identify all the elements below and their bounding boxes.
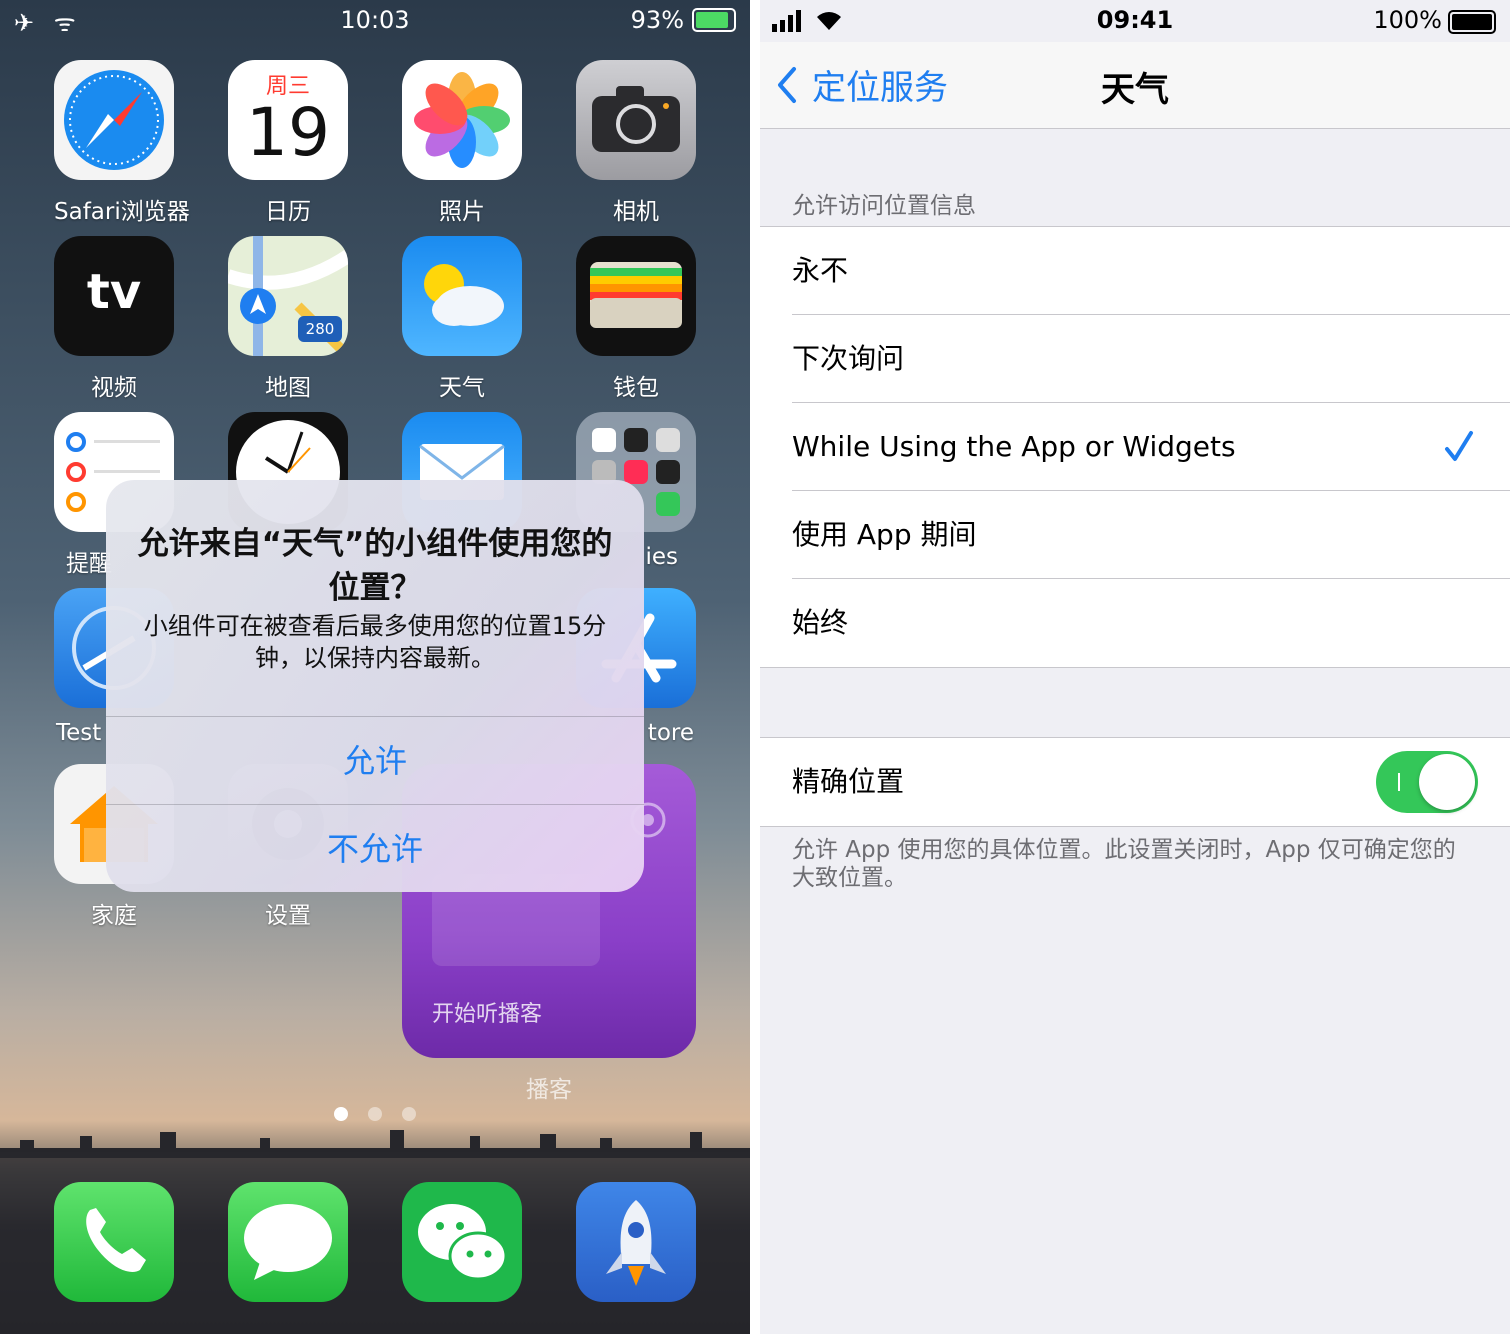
status-bar: 09:41 100% (760, 0, 1510, 42)
photos-icon (402, 60, 522, 180)
app-label: 视频 (91, 375, 137, 401)
phone-icon (54, 1182, 174, 1302)
checkmark-icon (1445, 431, 1473, 461)
option-label: 下次询问 (792, 342, 905, 375)
calendar-icon: 周三 19 (228, 60, 348, 180)
alert-message: 小组件可在被查看后最多使用您的位置15分钟，以保持内容最新。 (143, 612, 607, 672)
app-wallet[interactable]: 钱包 (576, 236, 696, 402)
app-phone[interactable] (54, 1182, 174, 1302)
app-label: 照片 (439, 199, 485, 225)
camera-icon (576, 60, 696, 180)
battery-icon (1448, 10, 1496, 34)
precise-location-footer: 允许 App 使用您的具体位置。此设置关闭时，App 仅可确定您的大致位置。 (792, 837, 1456, 891)
option-never[interactable]: 永不 (760, 227, 1510, 315)
location-settings-screen: 09:41 100% 定位服务 天气 允许访问位置信息 永不 下次询问 Whil… (760, 0, 1510, 1334)
option-label: 使用 App 期间 (792, 518, 977, 551)
status-bar: ✈ ᯤ 10:03 93% (0, 0, 750, 42)
precise-location-group: 精确位置 (760, 737, 1510, 827)
app-label: 钱包 (613, 375, 659, 401)
weather-icon (402, 236, 522, 356)
precise-location-row: 精确位置 (760, 738, 1510, 826)
precise-location-toggle[interactable] (1376, 751, 1478, 813)
section-header: 允许访问位置信息 (792, 193, 976, 219)
option-always[interactable]: 始终 (760, 579, 1510, 667)
apple-tv-icon: tv (54, 236, 174, 356)
battery-indicator: 93% (631, 6, 736, 34)
app-camera[interactable]: 相机 (576, 60, 696, 226)
podcast-widget-text: 开始听播客 (432, 1002, 543, 1027)
app-label: 设置 (265, 903, 311, 929)
location-access-options: 永不 下次询问 While Using the App or Widgets 使… (760, 226, 1510, 668)
rocket-icon (576, 1182, 696, 1302)
navigation-bar: 定位服务 天气 (760, 42, 1510, 129)
option-label: While Using the App or Widgets (792, 430, 1236, 463)
option-while-using-app[interactable]: 使用 App 期间 (760, 491, 1510, 579)
app-calendar[interactable]: 周三 19 日历 (228, 60, 348, 226)
deny-button[interactable]: 不允许 (106, 804, 644, 892)
app-weather[interactable]: 天气 (402, 236, 522, 402)
app-label: 地图 (265, 375, 311, 401)
page-title: 天气 (1101, 70, 1169, 110)
battery-percent: 93% (630, 6, 684, 34)
maps-shield: 280 (298, 316, 342, 342)
option-label: 始终 (792, 606, 849, 639)
option-label: 永不 (792, 254, 849, 287)
option-ask-next-time[interactable]: 下次询问 (760, 315, 1510, 403)
app-wechat[interactable] (402, 1182, 522, 1302)
location-permission-alert: 允许来自“天气”的小组件使用您的位置？ 小组件可在被查看后最多使用您的位置15分… (106, 480, 644, 892)
wechat-icon (402, 1182, 522, 1302)
wallet-icon (576, 236, 696, 356)
safari-icon (54, 60, 174, 180)
app-safari[interactable]: Safari浏览器 (54, 60, 190, 226)
home-screen: ✈ ᯤ 10:03 93% Safari浏览器 周三 19 日历 照片 相机 t… (0, 0, 750, 1334)
app-label: Safari浏览器 (54, 199, 190, 225)
battery-icon (692, 8, 736, 32)
precise-location-label: 精确位置 (792, 765, 905, 798)
messages-icon (228, 1182, 348, 1302)
alert-title: 允许来自“天气”的小组件使用您的位置？ (137, 526, 613, 606)
app-label: 家庭 (91, 903, 137, 929)
app-rocket[interactable] (576, 1182, 696, 1302)
app-label: 相机 (613, 199, 659, 225)
option-while-using-app-or-widgets[interactable]: While Using the App or Widgets (760, 403, 1510, 491)
allow-button[interactable]: 允许 (106, 716, 644, 805)
tv-logo-text: tv (86, 264, 142, 320)
app-maps[interactable]: 280 地图 (228, 236, 348, 402)
app-photos[interactable]: 照片 (402, 60, 522, 226)
app-label: 日历 (265, 199, 311, 225)
app-label: 天气 (439, 375, 485, 401)
maps-icon: 280 (228, 236, 348, 356)
calendar-day-number: 19 (246, 94, 330, 171)
app-messages[interactable] (228, 1182, 348, 1302)
screenshot-divider (750, 0, 760, 1334)
podcasts-label: 播客 (526, 1077, 572, 1103)
app-tv[interactable]: tv 视频 (54, 236, 174, 402)
battery-percent: 100% (1373, 6, 1442, 34)
